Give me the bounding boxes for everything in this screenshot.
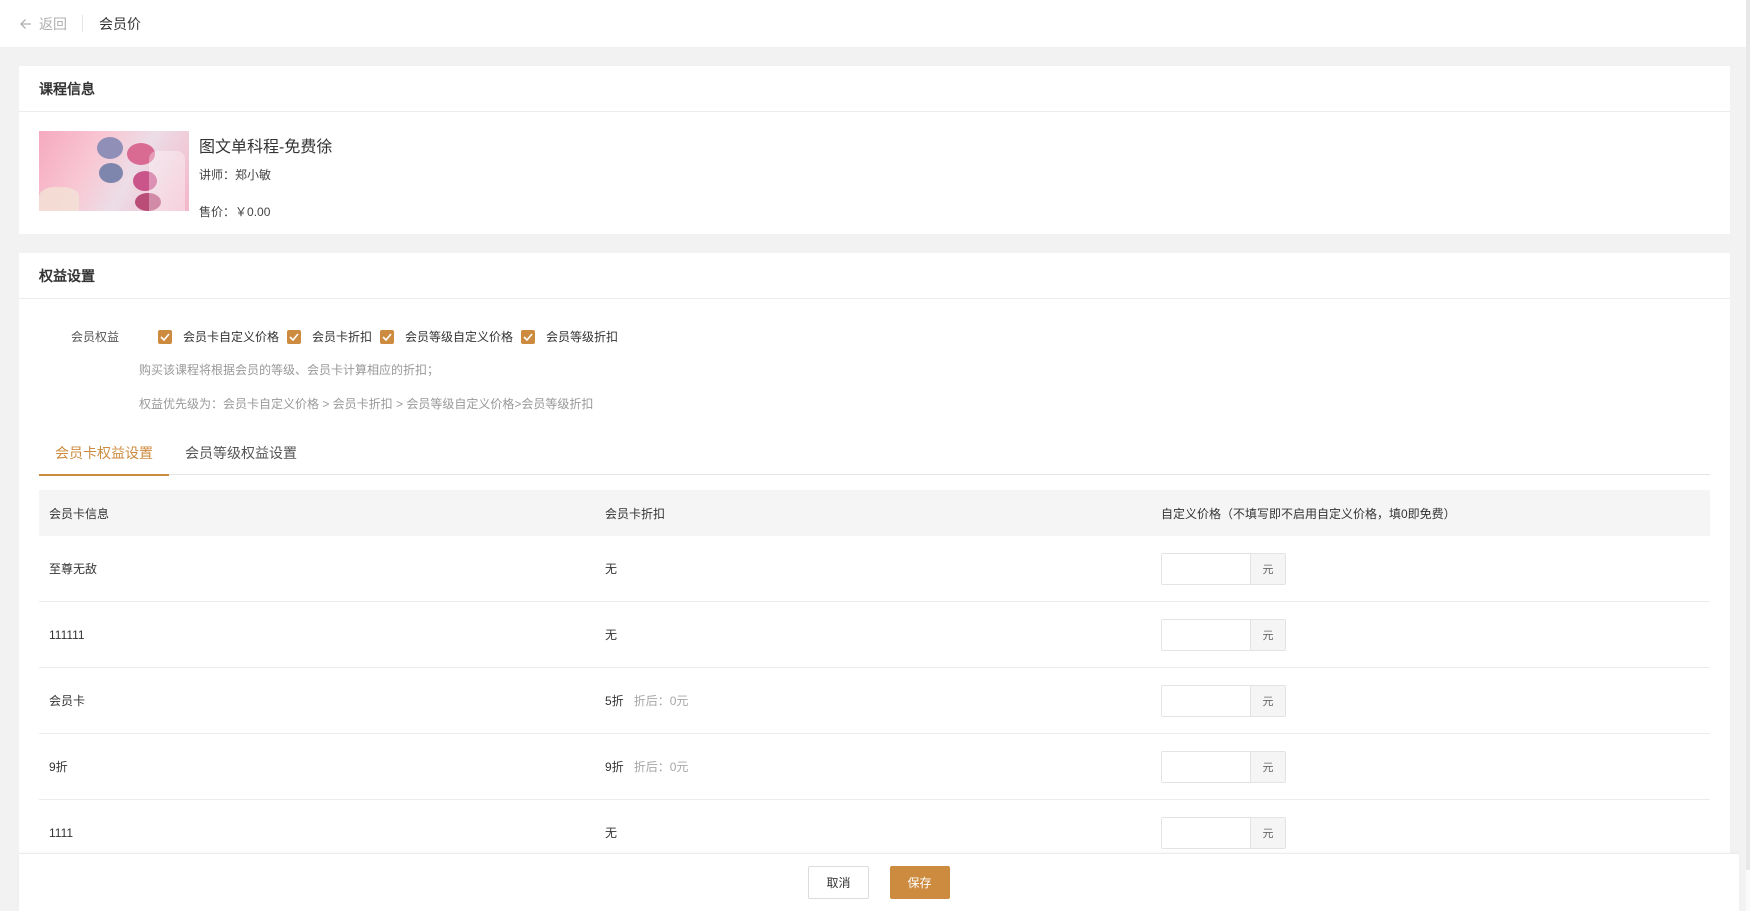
- price-unit: 元: [1250, 751, 1285, 782]
- header-custom-price: 自定义价格（不填写即不启用自定义价格，填0即免费）: [1161, 506, 1456, 521]
- checkbox-label: 会员卡折扣: [312, 330, 373, 344]
- member-rights-row: 会员权益 会员卡自定义价格 会员卡折扣 会员等级自定义价格 会员等级折扣: [71, 328, 1730, 345]
- checkbox-level-custom-price[interactable]: 会员等级自定义价格: [380, 328, 513, 345]
- scrollbar-thumb[interactable]: [1746, 0, 1750, 870]
- footer-actions: 取消 保存: [19, 853, 1739, 911]
- checkbox-card-custom-price[interactable]: 会员卡自定义价格: [158, 328, 279, 345]
- custom-price-field: 元: [1161, 750, 1286, 783]
- back-label: 返回: [39, 15, 67, 32]
- course-info-title: 课程信息: [19, 66, 1730, 112]
- top-bar: 返回 会员价: [0, 0, 1750, 47]
- custom-price-input[interactable]: [1162, 553, 1250, 584]
- course-name: 图文单科程-免费徐: [199, 139, 333, 156]
- checkbox-label: 会员卡自定义价格: [183, 330, 280, 344]
- card-discount: 5折: [605, 694, 624, 708]
- header-card-info: 会员卡信息: [49, 506, 110, 521]
- page-title: 会员价: [99, 15, 141, 32]
- table-row: 会员卡 5折 折后：0元 元: [39, 668, 1710, 734]
- arrow-left-icon: [20, 18, 31, 29]
- checkbox-level-discount[interactable]: 会员等级折扣: [521, 328, 618, 345]
- checkbox-checked-icon[interactable]: [380, 329, 395, 344]
- custom-price-field: 元: [1161, 552, 1286, 585]
- card-name: 会员卡: [49, 694, 86, 708]
- custom-price-field: 元: [1161, 684, 1286, 717]
- rights-settings-card: 权益设置 会员权益 会员卡自定义价格 会员卡折扣 会员等级自定义价格 会员等级折…: [19, 253, 1730, 911]
- cancel-button[interactable]: 取消: [808, 866, 869, 899]
- price-label: 售价：: [199, 205, 236, 219]
- teacher-name: 郑小敏: [235, 168, 272, 182]
- custom-price-field: 元: [1161, 816, 1286, 849]
- course-teacher: 讲师：郑小敏: [199, 166, 332, 183]
- save-button[interactable]: 保存: [889, 866, 950, 899]
- course-info-card: 课程信息 图文单科程-免费徐 讲师：郑小敏 售价：￥0.00: [19, 66, 1730, 234]
- course-price: 售价：￥0.00: [199, 203, 332, 220]
- table-row: 至尊无敌 无 元: [39, 536, 1710, 602]
- card-discount: 9折: [605, 760, 624, 774]
- member-rights-label: 会员权益: [71, 330, 120, 344]
- discount-after: 折后：0元: [633, 760, 689, 774]
- card-rights-table: 会员卡信息 会员卡折扣 自定义价格（不填写即不启用自定义价格，填0即免费） 至尊…: [39, 490, 1710, 866]
- price-value: ￥0.00: [235, 205, 271, 219]
- tab-level-rights[interactable]: 会员等级权益设置: [169, 443, 313, 475]
- rights-hint-2: 权益优先级为：会员卡自定义价格 > 会员卡折扣 > 会员等级自定义价格>会员等级…: [139, 397, 594, 411]
- page: 返回 会员价 课程信息 图文单科程-免费徐 讲师：郑小敏 售价：￥0.00 权益…: [0, 0, 1750, 911]
- checkbox-label: 会员等级自定义价格: [405, 330, 514, 344]
- card-name: 9折: [49, 760, 68, 774]
- card-name: 至尊无敌: [49, 562, 98, 576]
- custom-price-input[interactable]: [1162, 751, 1250, 782]
- price-unit: 元: [1250, 619, 1285, 650]
- checkbox-checked-icon[interactable]: [158, 329, 172, 344]
- checkbox-label: 会员等级折扣: [546, 330, 619, 344]
- price-unit: 元: [1250, 817, 1285, 848]
- card-name: 111111: [49, 627, 85, 642]
- custom-price-field: 元: [1161, 618, 1286, 651]
- table-header: 会员卡信息 会员卡折扣 自定义价格（不填写即不启用自定义价格，填0即免费）: [39, 490, 1710, 536]
- price-unit: 元: [1250, 553, 1285, 584]
- card-discount: 无: [605, 562, 618, 576]
- vertical-scrollbar[interactable]: [1746, 0, 1750, 911]
- rights-tabs: 会员卡权益设置 会员等级权益设置: [39, 443, 1710, 476]
- tab-card-rights[interactable]: 会员卡权益设置: [39, 443, 169, 476]
- back-button[interactable]: 返回: [20, 14, 67, 34]
- header-card-discount: 会员卡折扣: [605, 506, 666, 521]
- card-discount: 无: [605, 826, 618, 840]
- price-unit: 元: [1250, 685, 1285, 716]
- course-cover-image: [39, 131, 189, 211]
- custom-price-input[interactable]: [1162, 817, 1250, 848]
- checkbox-card-discount[interactable]: 会员卡折扣: [287, 328, 372, 345]
- rights-hint-1: 购买该课程将根据会员的等级、会员卡计算相应的折扣；: [139, 363, 440, 377]
- checkbox-checked-icon[interactable]: [521, 329, 536, 344]
- card-discount: 无: [605, 628, 618, 642]
- table-row: 9折 9折 折后：0元 元: [39, 734, 1710, 800]
- rights-settings-title: 权益设置: [19, 253, 1730, 299]
- divider: [82, 15, 83, 32]
- checkbox-checked-icon[interactable]: [287, 329, 302, 344]
- discount-after: 折后：0元: [633, 694, 689, 708]
- custom-price-input[interactable]: [1162, 619, 1250, 650]
- teacher-label: 讲师：: [199, 168, 236, 182]
- card-name: 1111: [49, 825, 74, 840]
- custom-price-input[interactable]: [1162, 685, 1250, 716]
- table-row: 111111 无 元: [39, 602, 1710, 668]
